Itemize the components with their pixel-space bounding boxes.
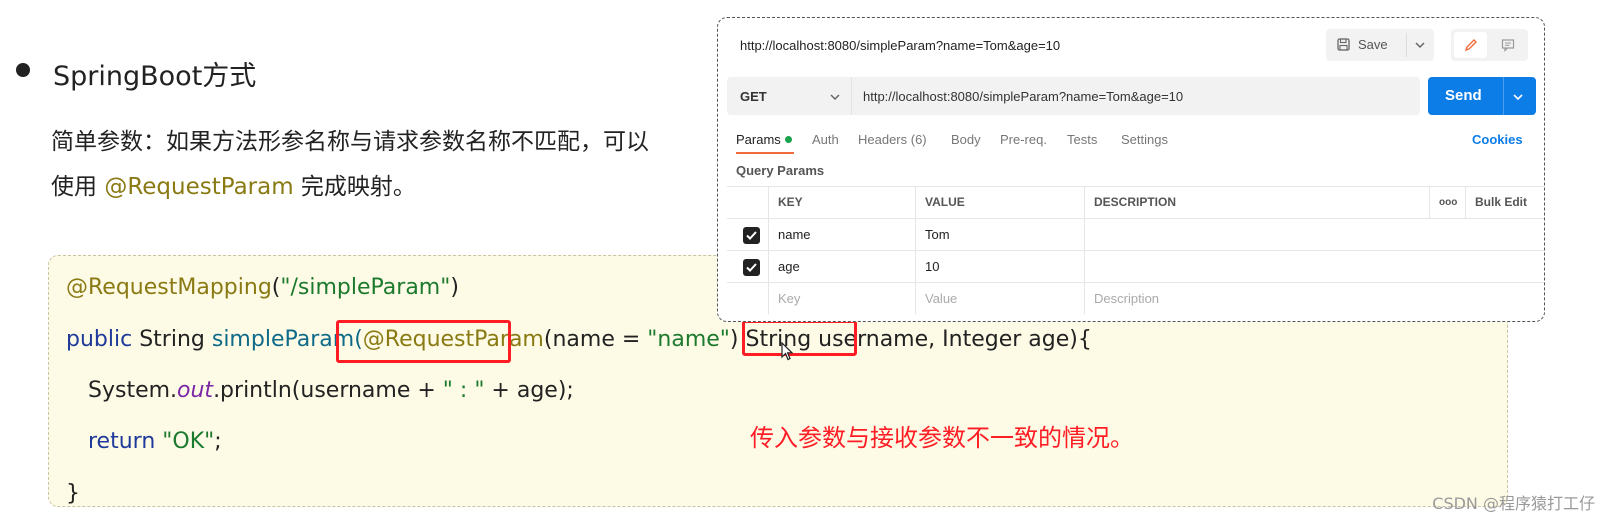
edit-button[interactable]	[1454, 32, 1487, 58]
code-text: String	[132, 327, 212, 352]
comment-icon	[1501, 39, 1515, 52]
mouse-cursor-icon	[781, 341, 795, 362]
param-value[interactable]: Tom	[915, 219, 1084, 250]
divider	[1406, 33, 1407, 57]
code-text: )	[450, 275, 459, 300]
code-text: , Integer age){	[928, 327, 1092, 352]
request-param-annotation: @RequestParam	[104, 174, 294, 200]
watermark: CSDN @程序猿打工仔	[1432, 494, 1595, 513]
code-text: System.	[88, 378, 178, 403]
save-button[interactable]: Save	[1326, 29, 1434, 61]
code-line-1: @RequestMapping("/simpleParam")	[66, 275, 459, 300]
pencil-icon	[1464, 39, 1477, 52]
request-bar: GET http://localhost:8080/simpleParam?na…	[727, 77, 1420, 115]
highlight-username	[742, 320, 857, 356]
url-input[interactable]: http://localhost:8080/simpleParam?name=T…	[863, 89, 1183, 104]
key-placeholder-input[interactable]: Key	[768, 283, 915, 314]
code-annotation: @RequestMapping	[66, 275, 272, 300]
tab-pre-request[interactable]: Pre-req.	[1000, 132, 1047, 147]
checkmark-icon	[746, 263, 757, 272]
code-text: (name =	[543, 327, 648, 352]
request-title: http://localhost:8080/simpleParam?name=T…	[740, 38, 1061, 53]
description-text: 完成映射。	[293, 174, 416, 200]
save-icon	[1337, 38, 1350, 51]
active-tab-indicator	[736, 152, 794, 154]
code-string: "OK"	[162, 429, 215, 454]
annotation-note: 传入参数与接收参数不一致的情况。	[750, 424, 1134, 452]
code-line-4: return "OK";	[88, 429, 222, 454]
comments-button[interactable]	[1491, 32, 1524, 58]
highlight-request-param	[336, 320, 511, 363]
code-string: "name"	[647, 327, 730, 352]
method-select[interactable]: GET	[740, 89, 767, 104]
divider	[851, 77, 852, 115]
tab-body[interactable]: Body	[951, 132, 981, 147]
chevron-down-icon[interactable]	[829, 90, 841, 102]
tab-headers[interactable]: Headers (6)	[858, 132, 927, 147]
cookies-link[interactable]: Cookies	[1472, 132, 1523, 147]
column-value: VALUE	[915, 187, 1084, 218]
code-text: .println(username +	[213, 378, 443, 403]
param-key[interactable]: name	[768, 219, 915, 250]
postman-panel: http://localhost:8080/simpleParam?name=T…	[717, 17, 1545, 322]
table-row-empty: Key Value Description	[727, 282, 1544, 314]
code-line-3: System.out.println(username + " : " + ag…	[88, 378, 574, 403]
code-keyword: public	[66, 327, 133, 352]
table-row: name Tom	[727, 218, 1544, 250]
divider	[1503, 77, 1504, 115]
code-field: out	[177, 378, 214, 403]
bulk-edit-button[interactable]: Bulk Edit	[1465, 187, 1544, 218]
chevron-down-icon[interactable]	[1414, 39, 1426, 51]
save-label: Save	[1358, 37, 1388, 52]
value-placeholder-input[interactable]: Value	[915, 283, 1084, 314]
param-key[interactable]: age	[768, 251, 915, 282]
view-mode-toggle	[1451, 29, 1528, 61]
column-description: DESCRIPTION	[1084, 187, 1429, 218]
tab-tests[interactable]: Tests	[1067, 132, 1097, 147]
bullet-title: SpringBoot方式	[53, 61, 257, 92]
column-key: KEY	[768, 187, 915, 218]
description-placeholder-input[interactable]: Description	[1084, 283, 1544, 314]
code-text: ;	[214, 429, 222, 454]
description-line-1: 简单参数：如果方法形参名称与请求参数名称不匹配，可以	[51, 129, 649, 155]
more-options-button[interactable]: ooo	[1429, 187, 1465, 218]
description: 简单参数：如果方法形参名称与请求参数名称不匹配，可以 使用 @RequestPa…	[51, 120, 711, 210]
bullet-dot	[16, 63, 30, 77]
tab-settings[interactable]: Settings	[1121, 132, 1168, 147]
param-description[interactable]	[1084, 251, 1544, 282]
code-text: + age);	[484, 378, 574, 403]
param-value[interactable]: 10	[915, 251, 1084, 282]
code-string: " : "	[442, 378, 485, 403]
code-string: "/simpleParam"	[280, 275, 451, 300]
code-line-2: public String simpleParam(@RequestParam(…	[66, 327, 1092, 352]
code-line-5: }	[66, 481, 80, 506]
row-checkbox[interactable]	[743, 227, 760, 244]
tab-params[interactable]: Params	[736, 132, 792, 147]
send-button[interactable]: Send	[1428, 77, 1536, 115]
tab-label: Params	[736, 132, 781, 147]
params-active-dot	[784, 136, 792, 143]
table-row: age 10	[727, 250, 1544, 282]
query-params-title: Query Params	[736, 163, 825, 178]
row-checkbox[interactable]	[743, 259, 760, 276]
tab-auth[interactable]: Auth	[812, 132, 839, 147]
send-label: Send	[1445, 87, 1482, 104]
code-keyword: return	[88, 429, 156, 454]
checkmark-icon	[746, 231, 757, 240]
chevron-down-icon[interactable]	[1512, 90, 1524, 102]
description-text: 使用	[51, 174, 105, 200]
param-description[interactable]	[1084, 219, 1544, 250]
table-header-row: KEY VALUE DESCRIPTION ooo Bulk Edit	[727, 186, 1544, 218]
description-line-2: 使用 @RequestParam 完成映射。	[51, 165, 711, 210]
